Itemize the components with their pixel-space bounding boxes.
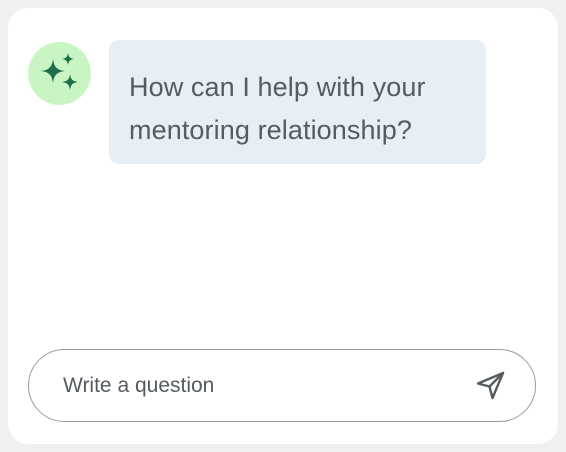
send-button[interactable] [473, 367, 509, 403]
assistant-avatar [28, 42, 91, 105]
send-icon [476, 371, 505, 400]
app-frame: How can I help with your mentoring relat… [0, 0, 566, 452]
assistant-message-text: How can I help with your mentoring relat… [129, 72, 426, 145]
sparkles-icon [40, 52, 78, 90]
question-input[interactable] [63, 365, 453, 406]
question-composer [28, 349, 536, 422]
chat-panel: How can I help with your mentoring relat… [8, 8, 558, 444]
assistant-message-bubble: How can I help with your mentoring relat… [109, 40, 486, 164]
